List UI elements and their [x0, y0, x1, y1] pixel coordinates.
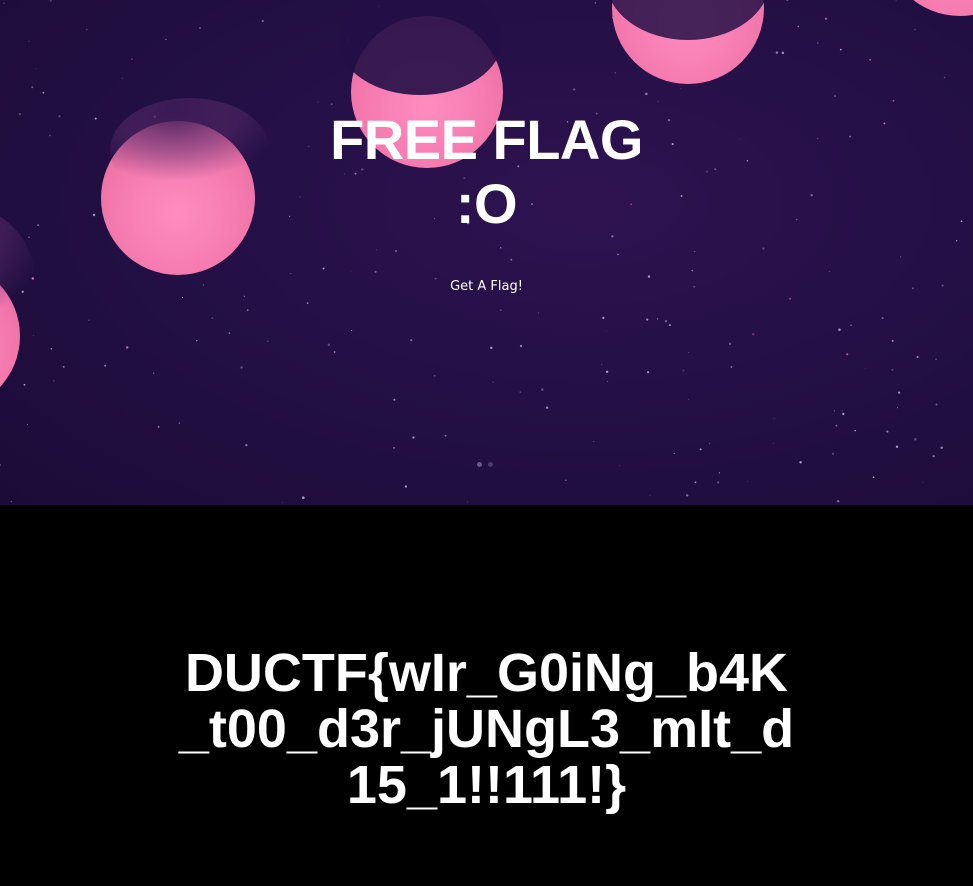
hero-title-line-2: :O: [455, 172, 518, 235]
carousel-indicators: [477, 462, 493, 467]
space-background: [0, 0, 973, 503]
flag-section: DUCTF{wIr_G0iNg_b4K _t00_d3r_jUNgL3_mIt_…: [0, 505, 973, 886]
get-flag-link[interactable]: Get A Flag!: [450, 279, 523, 294]
get-flag-link-wrapper: Get A Flag!: [0, 278, 973, 296]
flag-text: DUCTF{wIr_G0iNg_b4K _t00_d3r_jUNgL3_mIt_…: [0, 645, 973, 813]
hero-title-line-1: FREE FLAG: [330, 108, 643, 171]
flag-line-1: DUCTF{wIr_G0iNg_b4K: [184, 643, 789, 703]
moon-upper-right: [610, 0, 766, 84]
hero-section: FREE FLAG :O Get A Flag!: [0, 0, 973, 505]
hero-title: FREE FLAG :O: [0, 108, 973, 236]
flag-line-2: _t00_d3r_jUNgL3_mIt_d: [178, 699, 795, 759]
moon-top-right-edge: [913, 0, 973, 16]
flag-line-3: 15_1!!111!}: [346, 755, 627, 815]
carousel-dot-2[interactable]: [488, 462, 493, 467]
carousel-dot-1[interactable]: [477, 462, 482, 467]
